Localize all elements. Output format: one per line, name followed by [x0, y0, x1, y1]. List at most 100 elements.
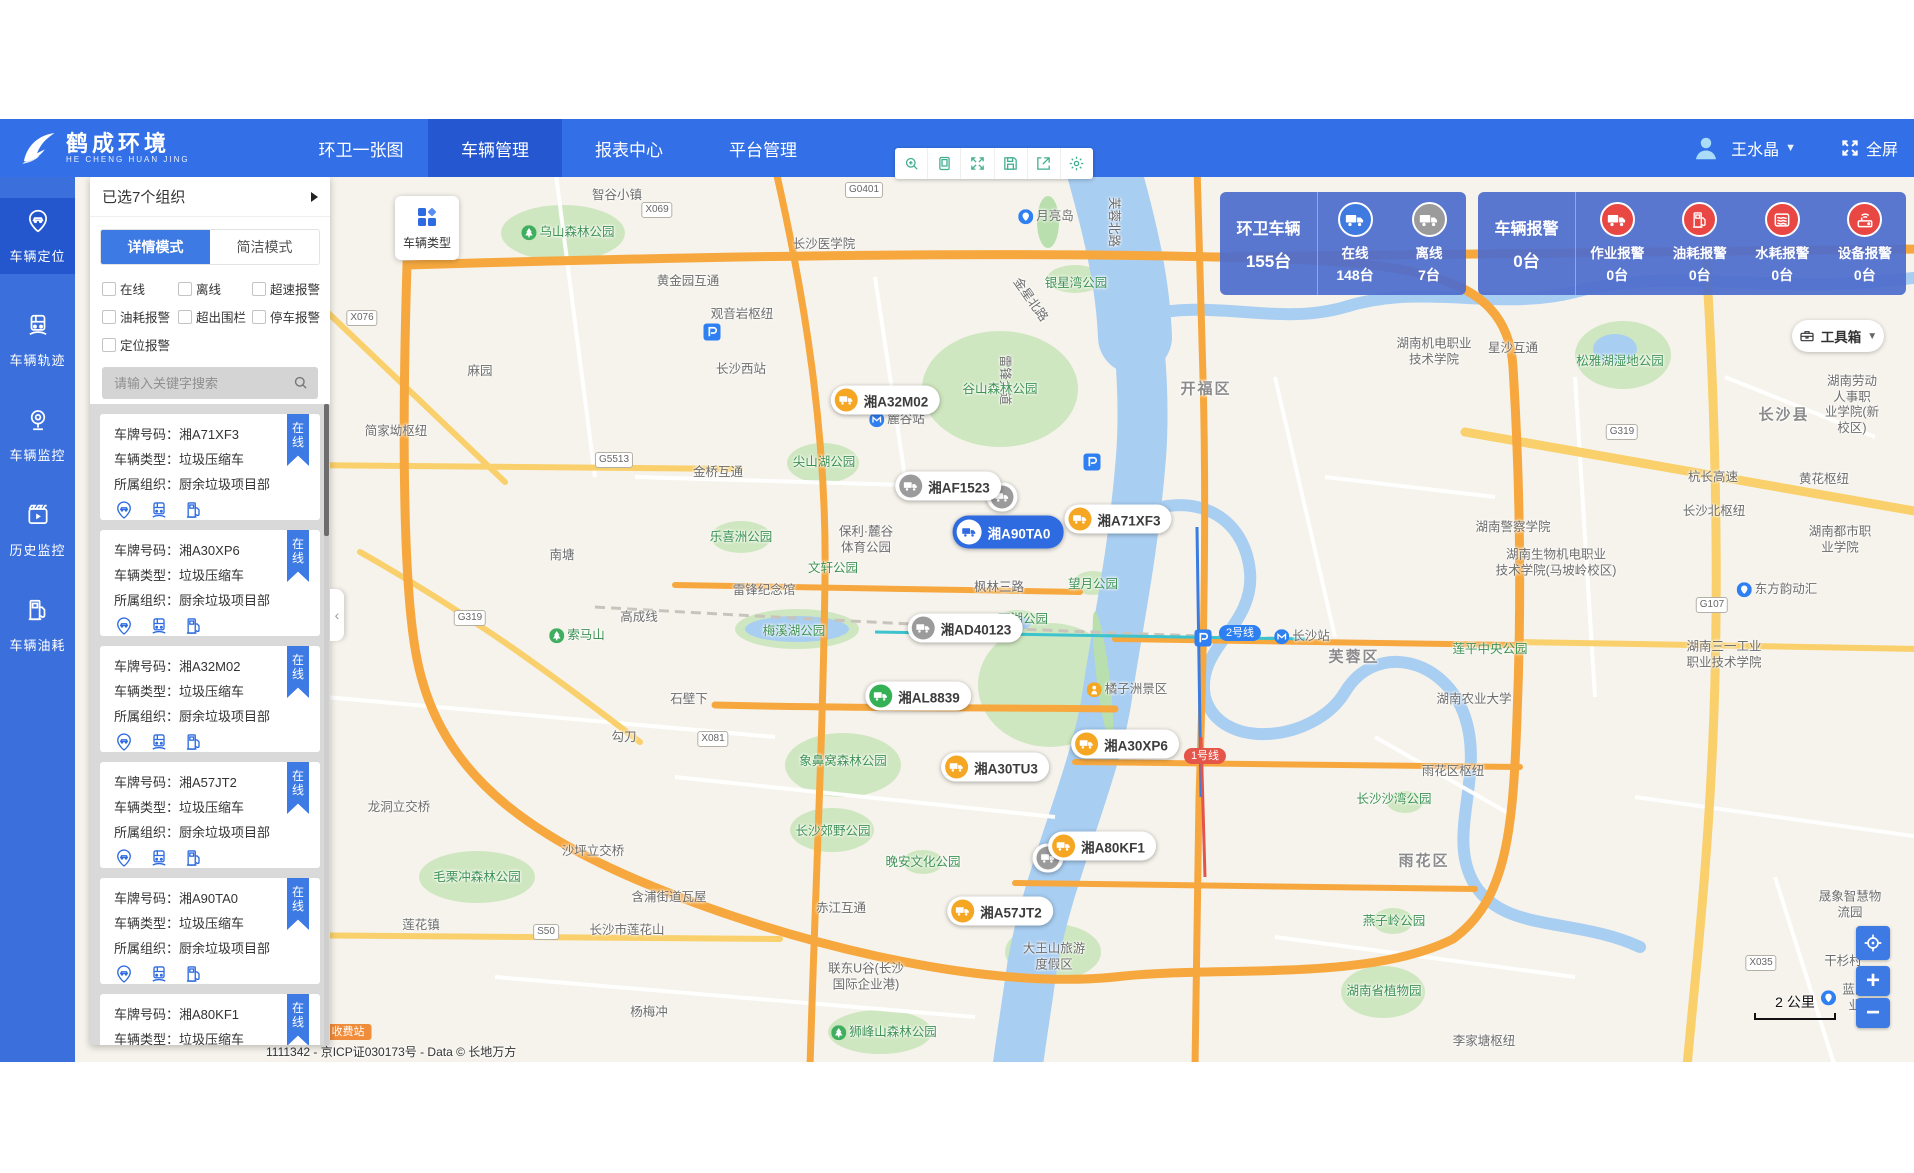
vehicle-type-value: 垃圾压缩车 — [179, 1032, 244, 1045]
locate-vehicle-icon[interactable] — [114, 616, 134, 636]
filter-option[interactable]: 超出围栏 — [178, 307, 252, 326]
vehicle-marker[interactable]: 湘AF1523 — [895, 472, 1001, 501]
chevron-down-icon[interactable]: ▼ — [1785, 142, 1796, 154]
vehicle-type-line: 车辆类型：垃圾压缩车 — [114, 447, 306, 472]
vehicle-org-line: 所属组织：厨余垃圾项目部 — [114, 820, 306, 845]
map-label: 狮峰山森林公园 — [831, 1025, 937, 1041]
fuel-vehicle-icon[interactable] — [184, 848, 204, 868]
locate-vehicle-icon[interactable] — [114, 500, 134, 520]
grid-icon — [415, 205, 439, 229]
filter-label: 超速报警 — [270, 279, 320, 298]
sidebar-item-5[interactable]: 车辆油耗 — [0, 578, 75, 673]
expand-right-icon[interactable] — [311, 192, 318, 202]
map-tool-settings[interactable] — [1060, 148, 1093, 179]
filter-option[interactable]: 在线 — [102, 279, 178, 298]
scrollbar-thumb[interactable] — [324, 404, 329, 536]
sidebar-item-3[interactable]: 车辆监控 — [0, 388, 75, 483]
vehicle-card[interactable]: 车牌号码：湘A32M02车辆类型：垃圾压缩车所属组织：厨余垃圾项目部在线 — [100, 646, 320, 752]
track-vehicle-icon[interactable] — [149, 964, 169, 984]
vehicle-marker[interactable]: 湘AL8839 — [865, 682, 971, 711]
checkbox-icon[interactable] — [252, 282, 266, 296]
fuel-vehicle-icon[interactable] — [184, 964, 204, 984]
locate-vehicle-icon[interactable] — [114, 964, 134, 984]
vehicle-card[interactable]: 车牌号码：湘A80KF1车辆类型：垃圾压缩车所属组织：厨余垃圾项目部在线 — [100, 994, 320, 1045]
vehicle-type-value: 垃圾压缩车 — [179, 568, 244, 583]
tab-simple-mode[interactable]: 简洁模式 — [210, 230, 319, 264]
filter-option[interactable]: 停车报警 — [252, 307, 330, 326]
checkbox-icon[interactable] — [178, 310, 192, 324]
panel-collapse-handle[interactable]: ‹ — [330, 589, 344, 641]
map-label-text: 雷锋纪念馆 — [733, 583, 796, 599]
vehicle-org-line: 所属组织：厨余垃圾项目部 — [114, 704, 306, 729]
vehicle-card[interactable]: 车牌号码：湘A90TA0车辆类型：垃圾压缩车所属组织：厨余垃圾项目部在线 — [100, 878, 320, 984]
tab-detail-mode[interactable]: 详情模式 — [101, 230, 210, 264]
vehicle-plate-value: 湘A57JT2 — [179, 775, 237, 790]
nav-item-4[interactable]: 平台管理 — [696, 119, 830, 177]
nav-item-3[interactable]: 报表中心 — [562, 119, 696, 177]
vehicle-marker[interactable]: 湘A30XP6 — [1071, 730, 1179, 759]
fuel-vehicle-icon[interactable] — [184, 732, 204, 752]
fuel-vehicle-icon[interactable] — [184, 616, 204, 636]
vehicle-marker[interactable]: 湘A57JT2 — [947, 897, 1053, 926]
checkbox-icon[interactable] — [178, 282, 192, 296]
map-tool-frame[interactable] — [927, 148, 960, 179]
expand-icon — [969, 155, 986, 172]
map-scalebar: 2 公里 — [1754, 992, 1836, 1020]
track-vehicle-icon[interactable] — [149, 500, 169, 520]
track-vehicle-icon[interactable] — [149, 848, 169, 868]
locate-button[interactable] — [1856, 926, 1890, 960]
vehicle-type-button[interactable]: 车辆类型 — [395, 196, 459, 260]
track-vehicle-icon[interactable] — [149, 616, 169, 636]
map-tool-zoom-search[interactable] — [895, 148, 927, 179]
map-label: 麻园 — [467, 364, 492, 380]
sidebar-item-2[interactable]: 车辆轨迹 — [0, 293, 75, 388]
search-icon[interactable] — [292, 374, 309, 396]
filter-option[interactable]: 超速报警 — [252, 279, 330, 298]
vehicle-card[interactable]: 车牌号码：湘A57JT2车辆类型：垃圾压缩车所属组织：厨余垃圾项目部在线 — [100, 762, 320, 868]
map-tool-expand[interactable] — [960, 148, 993, 179]
user-avatar[interactable] — [1691, 133, 1721, 163]
checkbox-icon[interactable] — [102, 282, 116, 296]
fuel-vehicle-icon[interactable] — [184, 500, 204, 520]
zoom-out-button[interactable]: − — [1856, 998, 1890, 1028]
filter-checkboxes: 在线离线超速报警油耗报警超出围栏停车报警定位报警 — [102, 279, 330, 354]
user-name[interactable]: 王水晶 — [1731, 136, 1779, 160]
nav-item-1[interactable]: 环卫一张图 — [294, 119, 428, 177]
checkbox-icon[interactable] — [102, 310, 116, 324]
vehicle-org-line: 所属组织：厨余垃圾项目部 — [114, 588, 306, 613]
toolbox-button[interactable]: 工具箱 ▼ — [1792, 320, 1884, 352]
locate-vehicle-icon[interactable] — [114, 732, 134, 752]
panel-scrollbar[interactable] — [324, 404, 329, 1045]
map-label-text: 松雅湖湿地公园 — [1576, 354, 1664, 370]
marker-plate: 湘AF1523 — [928, 476, 990, 496]
map-tool-save[interactable] — [994, 148, 1027, 179]
vehicle-marker[interactable]: 湘A30TU3 — [941, 753, 1049, 782]
org-selector[interactable]: 已选7个组织 — [90, 177, 330, 217]
track-vehicle-icon[interactable] — [149, 732, 169, 752]
checkbox-icon[interactable] — [252, 310, 266, 324]
checkbox-icon[interactable] — [102, 338, 116, 352]
vehicle-marker[interactable]: 湘A90TA0 — [953, 516, 1064, 549]
vehicle-marker[interactable]: 湘A32M02 — [831, 386, 940, 415]
vehicle-marker[interactable]: 湘A80KF1 — [1048, 832, 1156, 861]
map-tool-export[interactable] — [1027, 148, 1060, 179]
sidebar-item-1[interactable]: 车辆定位 — [0, 198, 75, 274]
map-label: 勾刀 — [611, 730, 636, 746]
nav-item-2[interactable]: 车辆管理 — [428, 119, 562, 177]
filter-option[interactable]: 定位报警 — [102, 335, 178, 354]
field-label: 车牌号码： — [114, 543, 179, 558]
filter-option[interactable]: 离线 — [178, 279, 252, 298]
map-canvas[interactable]: 智谷小镇乌山森林公园长沙医学院黄金园互通月亮岛银星湾公园金星北路芙蓉北路观音岩枢… — [75, 177, 1914, 1062]
vehicle-marker[interactable]: 湘AD40123 — [908, 614, 1023, 643]
vehicle-card[interactable]: 车牌号码：湘A71XF3车辆类型：垃圾压缩车所属组织：厨余垃圾项目部在线 — [100, 414, 320, 520]
filter-option[interactable]: 油耗报警 — [102, 307, 178, 326]
sidebar-item-4[interactable]: 历史监控 — [0, 483, 75, 578]
map-label: 长沙西站 — [716, 362, 766, 378]
search-input[interactable] — [102, 367, 318, 399]
fullscreen-button[interactable]: 全屏 — [1840, 136, 1898, 160]
vehicle-card[interactable]: 车牌号码：湘A30XP6车辆类型：垃圾压缩车所属组织：厨余垃圾项目部在线 — [100, 530, 320, 636]
zoom-in-button[interactable]: + — [1856, 966, 1890, 996]
map-label-text: 毛栗冲森林公园 — [433, 870, 521, 886]
vehicle-marker[interactable]: 湘A71XF3 — [1064, 505, 1171, 534]
locate-vehicle-icon[interactable] — [114, 848, 134, 868]
